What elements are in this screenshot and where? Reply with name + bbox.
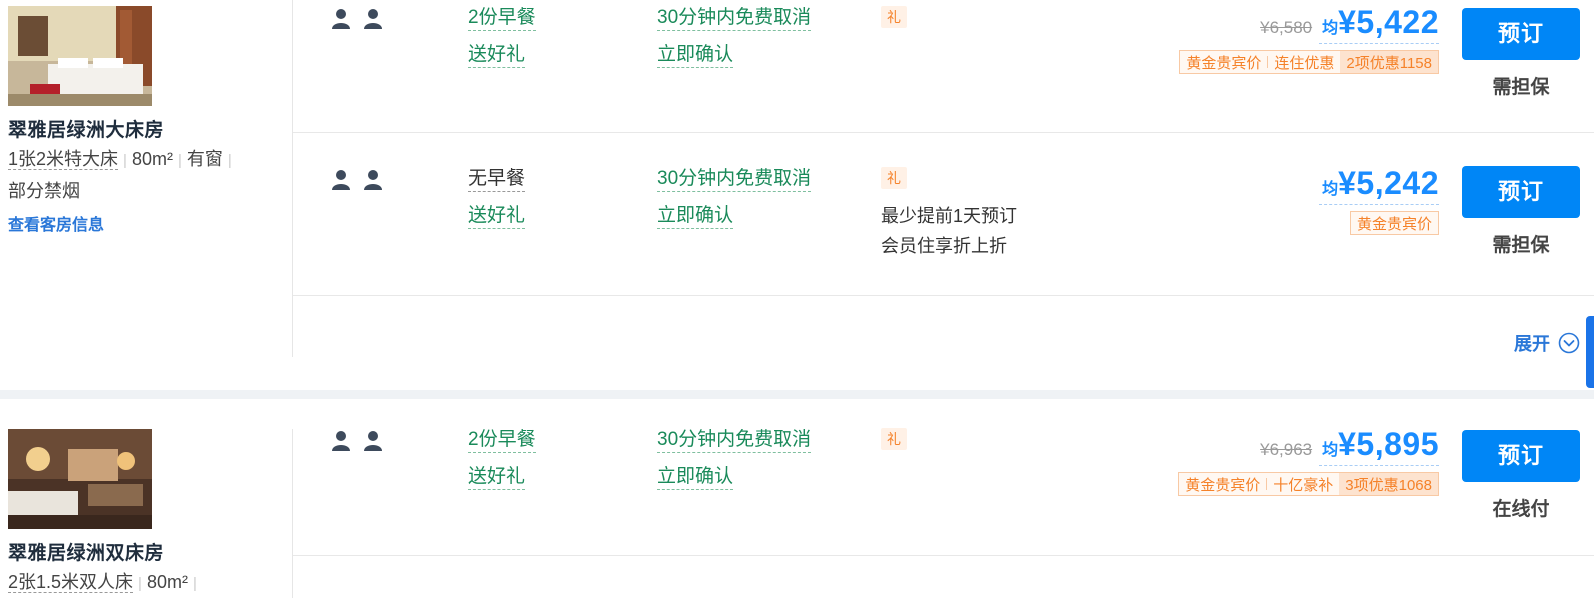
side-tab[interactable] [1586, 316, 1594, 388]
spec-divider: | [192, 575, 197, 592]
view-room-info-link[interactable]: 查看客房信息 [8, 211, 104, 235]
member-discount-note: 会员住享折上折 [881, 236, 1007, 256]
payment-type: 在线付 [1492, 499, 1550, 520]
free-cancel-label[interactable]: 30分钟内免费取消 [657, 6, 812, 31]
price-underline [1319, 204, 1439, 205]
booking-column: 预订 需担保 [1462, 166, 1580, 257]
spec-divider: | [227, 152, 232, 169]
gift-column: 礼 [881, 6, 907, 28]
room-photo[interactable] [8, 429, 152, 529]
gift-label[interactable]: 送好礼 [468, 43, 526, 68]
gift-column: 礼 [881, 428, 907, 450]
room-block-twin: 翠雅居绿洲双床房 2张1.5米双人床 | 80m² | 2份早餐 送好礼 30分钟内免… [0, 399, 1594, 598]
rate-notes: 最少提前1天预订 会员住享折上折 [881, 201, 1017, 261]
guest-capacity [330, 169, 384, 191]
room-name: 翠雅居绿洲大床房 [8, 120, 165, 141]
guest-capacity [330, 430, 384, 452]
price[interactable]: ¥5,895 [1338, 426, 1439, 462]
price-underline [1319, 465, 1439, 466]
room-block-king: 翠雅居绿洲大床房 1张2米特大床 | 80m² | 有窗 | 部分禁烟 查看客房信息 2份… [0, 0, 1594, 390]
price-column: ¥6,580 均¥5,422 黄金贵宾价 连住优惠 2项优惠1158 [1079, 4, 1439, 74]
cancel-policy: 30分钟内免费取消 立即确认 [657, 167, 812, 241]
room-specs: 2张1.5米双人床 | 80m² | [8, 567, 278, 598]
rate-row: 2份早餐 送好礼 30分钟内免费取消 立即确认 礼 ¥6,963 均¥5,895… [293, 422, 1594, 556]
room-info: 翠雅居绿洲双床房 2张1.5米双人床 | 80m² | [8, 429, 278, 598]
breakfast-label[interactable]: 2份早餐 [468, 6, 536, 31]
price-underline [1319, 43, 1439, 44]
expand-label: 展开 [1514, 334, 1550, 354]
bed-type[interactable]: 1张2米特大床 [8, 149, 119, 170]
payment-type: 需担保 [1492, 235, 1550, 256]
person-icon [364, 431, 382, 451]
spec-divider: | [177, 152, 182, 169]
cancel-policy: 30分钟内免费取消 立即确认 [657, 6, 812, 80]
promo-tags[interactable]: 黄金贵宾价 [1349, 211, 1439, 235]
instant-confirm-label[interactable]: 立即确认 [657, 465, 734, 490]
gift-column: 礼 最少提前1天预订 会员住享折上折 [881, 167, 1017, 261]
room-area: 80m² [131, 149, 173, 169]
promo-tag: 黄金贵宾价 [1186, 54, 1262, 72]
promo-tag: 黄金贵宾价 [1356, 215, 1432, 233]
room-specs: 1张2米特大床 | 80m² | 有窗 | 部分禁烟 [8, 144, 278, 207]
average-label: 均 [1322, 181, 1339, 198]
breakfast-label[interactable]: 无早餐 [468, 167, 526, 192]
room-area: 80m² [146, 572, 188, 592]
person-icon [364, 9, 382, 29]
chevron-down-circle-icon [1558, 332, 1580, 354]
free-cancel-label[interactable]: 30分钟内免费取消 [657, 167, 812, 192]
meal-info: 2份早餐 送好礼 [468, 6, 536, 80]
expand-button[interactable]: 展开 [1514, 330, 1580, 356]
price-column: ¥6,963 均¥5,895 黄金贵宾价 十亿豪补 3项优惠1068 [1079, 426, 1439, 496]
original-price: ¥6,580 [1260, 18, 1313, 37]
room-info: 翠雅居绿洲大床房 1张2米特大床 | 80m² | 有窗 | 部分禁烟 查看客房信息 [8, 6, 278, 235]
original-price: ¥6,963 [1260, 440, 1313, 459]
price-column: 均¥5,242 黄金贵宾价 [1079, 165, 1439, 235]
room-photo[interactable] [8, 6, 152, 106]
gift-badge[interactable]: 礼 [881, 167, 907, 189]
room-name: 翠雅居绿洲双床房 [8, 543, 165, 564]
promo-tags[interactable]: 黄金贵宾价 十亿豪补 3项优惠1068 [1178, 472, 1439, 496]
instant-confirm-label[interactable]: 立即确认 [657, 43, 734, 68]
person-icon [332, 170, 350, 190]
cancel-policy: 30分钟内免费取消 立即确认 [657, 428, 812, 502]
bed-type[interactable]: 2张1.5米双人床 [8, 572, 134, 593]
person-icon [364, 170, 382, 190]
promo-summary-tag: 2项优惠1158 [1340, 51, 1438, 73]
average-label: 均 [1322, 20, 1339, 37]
smoking-policy: 部分禁烟 [8, 181, 80, 201]
booking-column: 预订 在线付 [1462, 430, 1580, 521]
guest-capacity [330, 8, 384, 30]
meal-info: 2份早餐 送好礼 [468, 428, 536, 502]
promo-tag: 连住优惠 [1274, 54, 1335, 72]
booking-column: 预订 需担保 [1462, 8, 1580, 99]
rate-row: 2份早餐 送好礼 30分钟内免费取消 立即确认 礼 ¥6,580 均¥5,422… [293, 0, 1594, 133]
gift-badge[interactable]: 礼 [881, 6, 907, 28]
book-button[interactable]: 预订 [1462, 166, 1580, 218]
promo-tag: 十亿豪补 [1273, 476, 1334, 494]
book-button[interactable]: 预订 [1462, 8, 1580, 60]
instant-confirm-label[interactable]: 立即确认 [657, 204, 734, 229]
gift-label[interactable]: 送好礼 [468, 204, 526, 229]
price[interactable]: ¥5,242 [1338, 165, 1439, 201]
free-cancel-label[interactable]: 30分钟内免费取消 [657, 428, 812, 453]
spec-divider: | [138, 575, 142, 592]
payment-type: 需担保 [1492, 77, 1550, 98]
promo-tag: 黄金贵宾价 [1185, 476, 1261, 494]
room-window: 有窗 [186, 149, 223, 169]
promo-summary-tag: 3项优惠1068 [1339, 473, 1438, 495]
person-icon [332, 431, 350, 451]
block-separator [0, 390, 1594, 399]
price[interactable]: ¥5,422 [1338, 4, 1439, 40]
meal-info: 无早餐 送好礼 [468, 167, 526, 241]
person-icon [332, 9, 350, 29]
rate-row: 无早餐 送好礼 30分钟内免费取消 立即确认 礼 最少提前1天预订 会员住享折上… [293, 133, 1594, 296]
breakfast-label[interactable]: 2份早餐 [468, 428, 536, 453]
spec-divider: | [123, 152, 127, 169]
advance-booking-note: 最少提前1天预订 [881, 206, 1018, 226]
book-button[interactable]: 预订 [1462, 430, 1580, 482]
promo-tags[interactable]: 黄金贵宾价 连住优惠 2项优惠1158 [1179, 50, 1439, 74]
average-label: 均 [1322, 442, 1339, 459]
gift-label[interactable]: 送好礼 [468, 465, 526, 490]
gift-badge[interactable]: 礼 [881, 428, 907, 450]
